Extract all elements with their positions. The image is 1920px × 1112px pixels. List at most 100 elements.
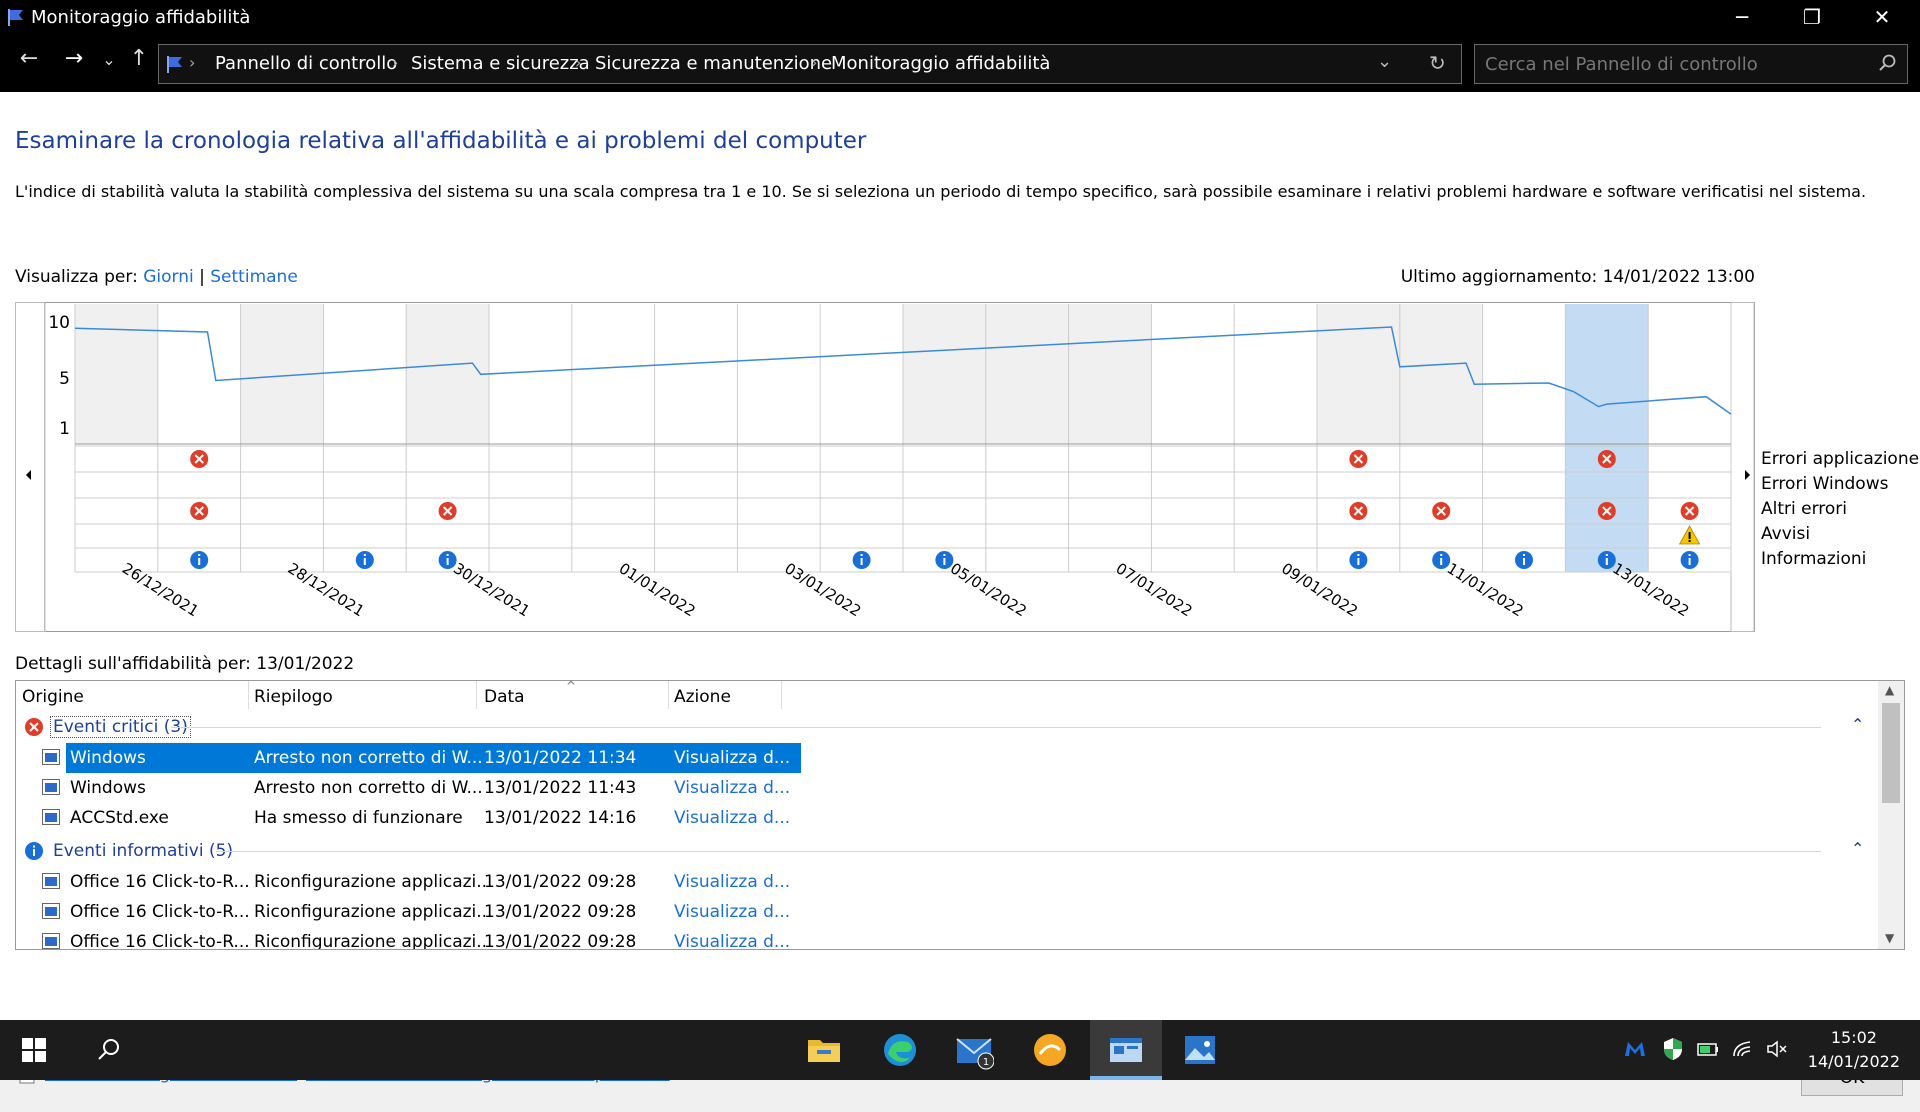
day-column[interactable] (406, 304, 489, 444)
wifi-icon[interactable] (1730, 1036, 1756, 1062)
list-item[interactable]: Office 16 Click-to-R... Riconfigurazione… (16, 897, 1876, 927)
scroll-up-icon[interactable]: ▲ (1885, 683, 1894, 697)
reliability-monitor-task-icon[interactable] (1106, 1030, 1146, 1070)
search-icon[interactable] (97, 1038, 121, 1062)
day-column[interactable] (985, 304, 1069, 444)
day-column[interactable] (489, 304, 572, 444)
info-marker-icon[interactable] (1515, 551, 1533, 569)
list-item[interactable]: Office 16 Click-to-R... Riconfigurazione… (16, 867, 1876, 897)
day-column[interactable] (1068, 304, 1152, 444)
app-launcher-icon[interactable] (1030, 1030, 1070, 1070)
day-column[interactable] (1234, 304, 1317, 444)
row-action-link[interactable]: Visualizza d... (674, 808, 790, 828)
row-action-link[interactable]: Visualizza d... (674, 748, 790, 768)
search-icon[interactable] (1877, 53, 1897, 73)
row-action-link[interactable]: Visualizza d... (674, 932, 790, 949)
collapse-chevron-icon[interactable]: ⌃ (1851, 839, 1864, 858)
malwarebytes-icon[interactable] (1622, 1036, 1648, 1062)
security-shield-icon[interactable] (1660, 1036, 1686, 1062)
column-date[interactable]: Data (484, 687, 525, 707)
column-origin[interactable]: Origine (22, 687, 84, 707)
column-summary[interactable]: Riepilogo (254, 687, 333, 707)
list-item[interactable]: ACCStd.exe Ha smesso di funzionare 13/01… (16, 803, 1876, 833)
group-critical-events[interactable]: Eventi critici (3) ⌃ (16, 713, 1876, 741)
minimize-button[interactable]: ─ (1712, 0, 1772, 34)
breadcrumb-reliability-monitor[interactable]: Monitoraggio affidabilità (831, 53, 1050, 74)
list-item[interactable]: Office 16 Click-to-R... Riconfigurazione… (16, 927, 1876, 949)
info-marker-icon[interactable] (1680, 551, 1699, 569)
breadcrumb-system-security[interactable]: Sistema e sicurezza (411, 53, 590, 74)
day-column[interactable] (323, 304, 407, 444)
list-item[interactable]: Windows Arresto non corretto di W... 13/… (16, 773, 1876, 803)
error-marker-icon[interactable] (190, 502, 209, 520)
scrollbar-thumb[interactable] (1882, 703, 1900, 803)
forward-arrow-icon[interactable]: → (59, 46, 89, 71)
mail-icon[interactable]: 1 (954, 1030, 994, 1070)
column-divider[interactable] (476, 681, 477, 709)
info-marker-icon[interactable] (355, 551, 374, 569)
info-marker-icon[interactable] (1349, 551, 1368, 569)
restore-button[interactable]: ❐ (1782, 0, 1842, 34)
day-column[interactable] (903, 304, 986, 444)
recent-locations-chevron-icon[interactable]: ⌄ (94, 50, 124, 69)
group-info-events[interactable]: Eventi informativi (5) ⌃ (16, 837, 1876, 865)
row-action-link[interactable]: Visualizza d... (674, 778, 790, 798)
breadcrumb-security-maintenance[interactable]: Sicurezza e manutenzione (595, 53, 832, 74)
address-field[interactable]: › Pannello di controllo › Sistema e sicu… (158, 44, 1462, 84)
right-scroll-area[interactable] (1730, 302, 1755, 632)
left-scroll-area[interactable] (15, 302, 45, 632)
error-marker-icon[interactable] (1432, 502, 1451, 520)
back-arrow-icon[interactable]: ← (14, 46, 44, 71)
day-column[interactable] (75, 304, 158, 444)
list-item[interactable]: Windows Arresto non corretto di W... 13/… (16, 743, 1876, 773)
view-weeks-link[interactable]: Settimane (210, 267, 298, 287)
error-marker-icon[interactable] (1680, 502, 1699, 520)
day-column[interactable] (157, 304, 241, 444)
day-column[interactable] (820, 304, 903, 444)
column-divider[interactable] (781, 681, 782, 709)
windows-start-icon[interactable] (22, 1038, 46, 1062)
file-explorer-icon[interactable] (804, 1030, 844, 1070)
info-marker-icon[interactable] (852, 551, 871, 569)
day-column[interactable] (1648, 304, 1731, 444)
selected-day-column[interactable] (1565, 304, 1649, 572)
collapse-chevron-icon[interactable]: ⌃ (1851, 715, 1864, 734)
search-input[interactable]: Cerca nel Pannello di controllo (1474, 44, 1908, 84)
error-marker-icon[interactable] (190, 450, 209, 468)
day-column[interactable] (571, 304, 655, 444)
view-days-link[interactable]: Giorni (143, 267, 194, 287)
column-divider[interactable] (668, 681, 669, 709)
vertical-scrollbar[interactable]: ▲ ▼ (1878, 681, 1904, 949)
address-dropdown-chevron-icon[interactable]: ⌄ (1377, 51, 1392, 72)
battery-status-icon[interactable] (1695, 1036, 1721, 1062)
row-action-link[interactable]: Visualizza d... (674, 872, 790, 892)
volume-muted-icon[interactable] (1765, 1036, 1791, 1062)
day-column[interactable] (1317, 304, 1400, 444)
day-column[interactable] (1482, 304, 1566, 444)
up-arrow-icon[interactable]: ↑ (124, 46, 154, 71)
close-button[interactable]: ✕ (1852, 0, 1912, 34)
scroll-down-icon[interactable]: ▼ (1885, 931, 1894, 945)
day-column[interactable] (1151, 304, 1235, 444)
column-action[interactable]: Azione (674, 687, 731, 707)
error-marker-icon[interactable] (1349, 502, 1368, 520)
error-marker-icon[interactable] (1349, 450, 1368, 468)
stability-chart[interactable]: 105126/12/2021 28/12/2021 30/12/2021 01/01/… (15, 302, 1755, 632)
day-column[interactable] (654, 304, 738, 444)
info-marker-icon[interactable] (935, 551, 954, 569)
info-marker-icon[interactable] (1597, 551, 1616, 569)
info-marker-icon[interactable] (438, 551, 457, 569)
info-marker-icon[interactable] (1432, 551, 1451, 569)
error-marker-icon[interactable] (1597, 450, 1616, 468)
error-marker-icon[interactable] (1597, 502, 1616, 520)
error-marker-icon[interactable] (438, 502, 457, 520)
edge-browser-icon[interactable] (880, 1030, 920, 1070)
breadcrumb-control-panel[interactable]: Pannello di controllo (215, 53, 397, 74)
details-list[interactable]: Origine Riepilogo Data ^ Azione Eventi c… (15, 680, 1905, 950)
refresh-icon[interactable]: ↻ (1429, 51, 1446, 75)
photos-icon[interactable] (1180, 1030, 1220, 1070)
info-marker-icon[interactable] (190, 551, 209, 569)
column-divider[interactable] (248, 681, 249, 709)
day-column[interactable] (737, 304, 821, 444)
taskbar-clock[interactable]: 15:02 14/01/2022 (1808, 1026, 1900, 1074)
